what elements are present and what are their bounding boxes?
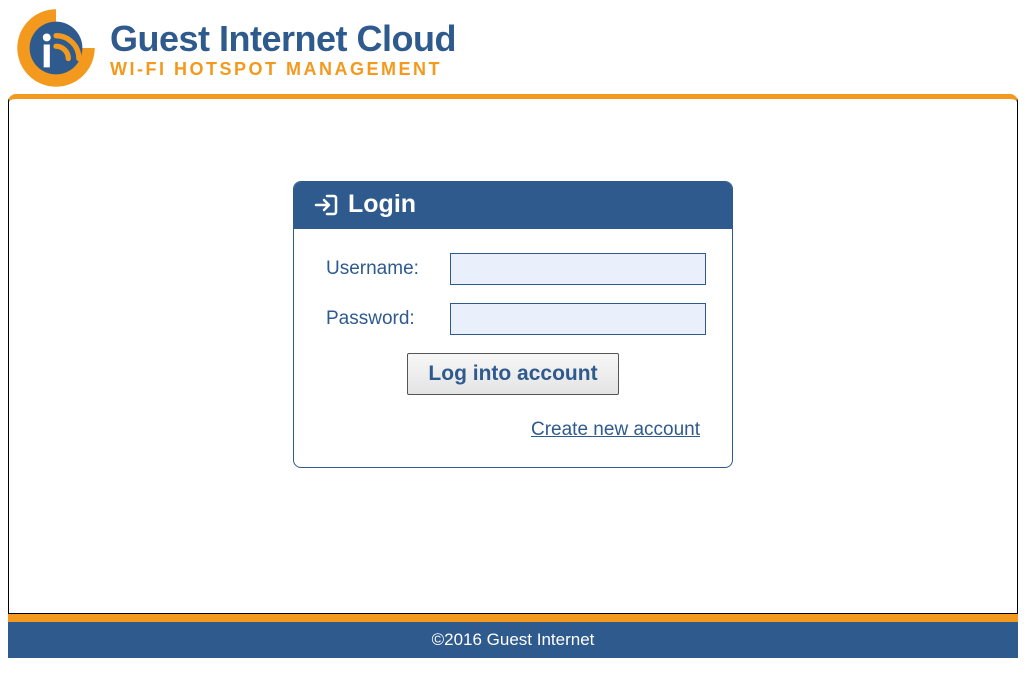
login-button-row: Log into account <box>320 353 706 395</box>
username-row: Username: <box>320 253 706 285</box>
password-row: Password: <box>320 303 706 335</box>
username-label: Username: <box>320 258 450 280</box>
login-heading: Login <box>348 190 416 219</box>
footer-copyright: ©2016 Guest Internet <box>8 622 1018 658</box>
login-button[interactable]: Log into account <box>407 353 618 395</box>
login-card-header: Login <box>294 182 732 229</box>
page-header: Guest Internet Cloud WI-FI HOTSPOT MANAG… <box>0 0 1026 94</box>
username-input[interactable] <box>450 253 706 285</box>
footer-container: ©2016 Guest Internet <box>8 614 1018 658</box>
brand-logo <box>12 4 100 92</box>
create-account-row: Create new account <box>320 419 706 441</box>
login-card: Login Username: Password: Log into accou… <box>293 181 733 468</box>
brand-text-block: Guest Internet Cloud WI-FI HOTSPOT MANAG… <box>110 17 456 80</box>
main-panel: Login Username: Password: Log into accou… <box>8 94 1018 614</box>
footer-accent-bar <box>8 614 1018 622</box>
brand-title: Guest Internet Cloud <box>110 21 456 57</box>
password-label: Password: <box>320 308 450 330</box>
login-icon <box>314 193 338 217</box>
login-form: Username: Password: Log into account Cre… <box>294 229 732 467</box>
password-input[interactable] <box>450 303 706 335</box>
create-account-link[interactable]: Create new account <box>531 419 700 441</box>
brand-subtitle: WI-FI HOTSPOT MANAGEMENT <box>110 59 456 80</box>
